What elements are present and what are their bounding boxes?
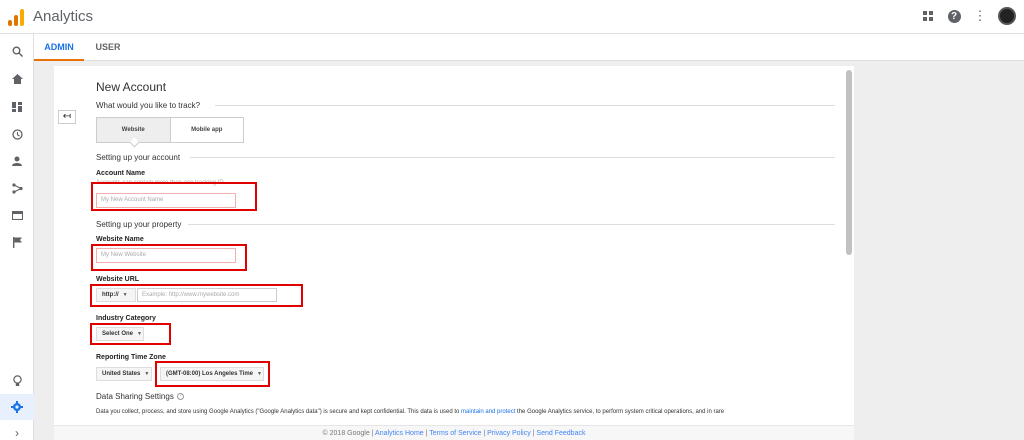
track-question: What would you like to track? <box>96 101 201 110</box>
privacy-policy-link[interactable]: Privacy Policy <box>487 430 531 437</box>
behavior-icon[interactable] <box>0 202 34 228</box>
annotation-highlight-box <box>91 182 257 211</box>
analytics-home-link[interactable]: Analytics Home <box>375 430 424 437</box>
reporting-time-zone-label: Reporting Time Zone <box>96 354 166 361</box>
annotation-highlight-box <box>155 361 270 387</box>
website-url-label: Website URL <box>96 276 140 283</box>
data-sharing-text-part: the Google Analytics service, to perform… <box>515 409 725 415</box>
data-sharing-text: Data you collect, process, and store usi… <box>96 409 796 415</box>
dashboard-icon[interactable] <box>0 94 34 120</box>
annotation-highlight-box <box>91 244 247 271</box>
clock-icon[interactable] <box>0 121 34 147</box>
country-select[interactable]: United States ▼ <box>96 367 152 381</box>
person-icon[interactable] <box>0 148 34 174</box>
industry-category-label: Industry Category <box>96 315 156 322</box>
section-account-heading: Setting up your account <box>96 153 181 162</box>
analytics-logo-icon[interactable] <box>8 8 24 26</box>
data-sharing-title: Data Sharing Settings? <box>96 392 184 401</box>
website-name-label: Website Name <box>96 236 144 243</box>
home-icon[interactable] <box>0 66 34 92</box>
track-type-toggle: Website Mobile app <box>96 117 244 143</box>
top-actions: ? ⋮ <box>920 7 1016 25</box>
send-feedback-link[interactable]: Send Feedback <box>536 430 585 437</box>
gear-icon[interactable] <box>0 394 34 420</box>
left-rail: › <box>0 34 34 440</box>
annotation-highlight-box <box>90 323 171 345</box>
data-sharing-title-text: Data Sharing Settings <box>96 392 174 401</box>
terms-of-service-link[interactable]: Terms of Service <box>429 430 481 437</box>
divider <box>215 105 835 106</box>
section-property-heading: Setting up your property <box>96 220 182 229</box>
page-title: New Account <box>96 80 167 94</box>
country-value: United States <box>102 371 141 377</box>
flag-icon[interactable] <box>0 229 34 255</box>
acquisition-icon[interactable] <box>0 175 34 201</box>
back-arrow-icon[interactable]: ↤ <box>58 110 76 124</box>
scrollbar-thumb[interactable] <box>846 70 852 255</box>
maintain-and-protect-link[interactable]: maintain and protect <box>461 409 515 415</box>
mobile-app-option-button[interactable]: Mobile app <box>171 118 244 142</box>
more-vert-icon[interactable]: ⋮ <box>972 8 988 24</box>
tab-admin[interactable]: ADMIN <box>34 34 84 61</box>
footer: © 2018 Google | Analytics Home | Terms o… <box>54 425 854 440</box>
copyright: © 2018 Google | <box>322 430 376 437</box>
divider <box>190 157 835 158</box>
divider <box>188 224 835 225</box>
annotation-highlight-box <box>90 284 303 307</box>
help-icon[interactable]: ? <box>176 393 184 401</box>
lightbulb-icon[interactable] <box>0 368 34 394</box>
tab-user[interactable]: USER <box>88 34 128 61</box>
help-icon[interactable]: ? <box>946 8 962 24</box>
caret-down-icon: ▼ <box>144 371 150 377</box>
top-bar: Analytics ? ⋮ <box>0 0 1024 34</box>
avatar[interactable] <box>998 7 1016 25</box>
admin-tabs: ADMIN USER <box>34 34 1024 61</box>
search-icon[interactable] <box>0 38 34 64</box>
account-name-label: Account Name <box>96 170 146 177</box>
website-option-button[interactable]: Website <box>97 118 171 142</box>
chevron-right-icon[interactable]: › <box>0 420 34 440</box>
data-sharing-text-part: Data you collect, process, and store usi… <box>96 409 462 415</box>
apps-grid-icon[interactable] <box>920 8 936 24</box>
app-title: Analytics <box>33 8 94 25</box>
